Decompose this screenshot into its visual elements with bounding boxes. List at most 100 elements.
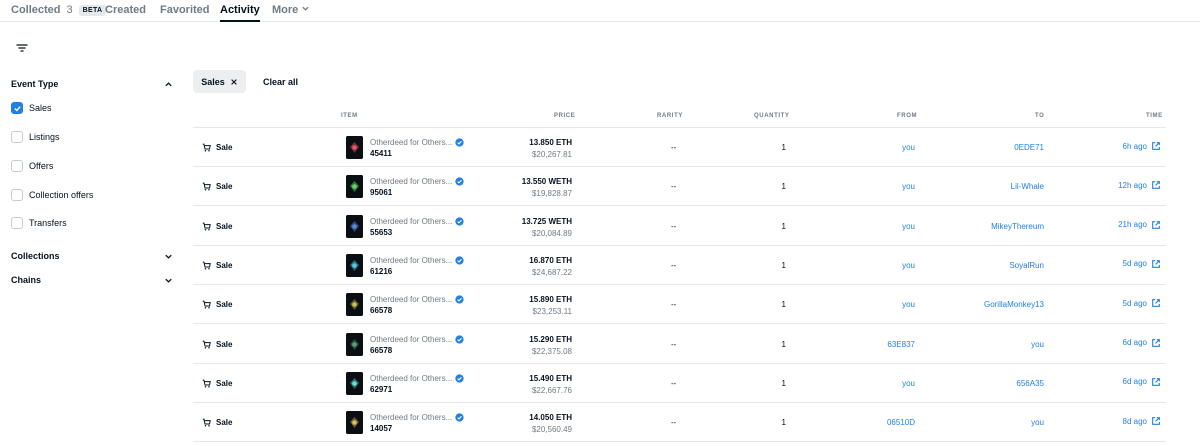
rarity-value: -- <box>671 300 677 310</box>
to-link[interactable]: MikeyThereum <box>991 222 1044 231</box>
time-link[interactable]: 6d ago <box>1123 377 1161 387</box>
from-link[interactable]: 63E837 <box>887 340 915 349</box>
time-label: 6d ago <box>1122 377 1147 387</box>
table-row[interactable]: Sale Otherdeed for Others... 55653 13.72… <box>193 207 1166 246</box>
verified-badge-icon <box>455 334 464 344</box>
sales-checkbox[interactable] <box>11 102 23 114</box>
nft-thumbnail[interactable] <box>346 175 363 199</box>
time-label: 6h ago <box>1122 141 1147 151</box>
nft-thumbnail[interactable] <box>346 293 363 317</box>
to-link[interactable]: 0EDE71 <box>1014 143 1044 152</box>
filter-chip-sales[interactable]: Sales <box>193 70 246 93</box>
nft-thumbnail[interactable] <box>346 411 363 435</box>
price-value: 13.550 WETH <box>521 177 572 187</box>
table-row[interactable]: Sale Otherdeed for Others... 66578 15.89… <box>193 285 1166 325</box>
column-header-item: ITEM <box>341 113 358 119</box>
table-row[interactable]: Sale Otherdeed for Others... 95061 13.55… <box>193 167 1166 207</box>
to-link[interactable]: you <box>1031 418 1044 427</box>
price-usd: $20,560.49 <box>531 425 572 435</box>
filter-option-collection-offers[interactable]: Collection offers <box>11 189 93 201</box>
from-link[interactable]: you <box>902 143 915 152</box>
token-id[interactable]: 66578 <box>370 306 392 315</box>
collection-name[interactable]: Otherdeed for Others... <box>370 335 464 344</box>
tab-more[interactable]: More <box>272 4 310 22</box>
collections-label: Collections <box>11 251 60 261</box>
collection-offers-checkbox[interactable] <box>11 189 23 201</box>
to-link[interactable]: you <box>1031 340 1044 349</box>
token-id[interactable]: 61216 <box>370 267 392 276</box>
offers-checkbox[interactable] <box>11 160 23 172</box>
from-link[interactable]: you <box>902 300 915 309</box>
event-cell: Sale <box>202 143 232 152</box>
chains-header[interactable]: Chains <box>11 275 173 285</box>
collection-name[interactable]: Otherdeed for Others... <box>370 177 464 186</box>
collection-name[interactable]: Otherdeed for Others... <box>370 374 464 383</box>
token-id[interactable]: 55653 <box>370 228 392 237</box>
token-id[interactable]: 66578 <box>370 346 392 355</box>
cart-icon <box>202 340 211 348</box>
time-label: 12h ago <box>1118 180 1147 190</box>
nft-thumbnail[interactable] <box>346 136 363 159</box>
tab-label: Favorited <box>160 4 210 16</box>
clear-all-button[interactable]: Clear all <box>263 77 298 87</box>
table-row[interactable]: Sale Otherdeed for Others... 14057 14.05… <box>193 403 1166 443</box>
to-link[interactable]: 656A35 <box>1016 379 1044 388</box>
collection-name[interactable]: Otherdeed for Others... <box>370 217 464 226</box>
to-link[interactable]: GorillaMonkey13 <box>984 300 1044 309</box>
from-link[interactable]: you <box>902 182 915 191</box>
rarity-value: -- <box>671 182 677 192</box>
collection-name[interactable]: Otherdeed for Others... <box>370 295 464 304</box>
time-link[interactable]: 8d ago <box>1123 416 1161 426</box>
token-id[interactable]: 95061 <box>370 188 392 197</box>
from-link[interactable]: 06510D <box>887 418 915 427</box>
filter-option-sales[interactable]: Sales <box>11 102 52 114</box>
time-link[interactable]: 6h ago <box>1123 141 1161 151</box>
nft-thumbnail[interactable] <box>346 332 363 356</box>
nft-thumbnail[interactable] <box>346 253 363 277</box>
event-cell: Sale <box>202 222 232 231</box>
time-link[interactable]: 5d ago <box>1123 259 1161 269</box>
nft-thumbnail[interactable] <box>346 214 363 238</box>
time-link[interactable]: 12h ago <box>1118 180 1161 190</box>
collection-name[interactable]: Otherdeed for Others... <box>370 138 464 147</box>
time-link[interactable]: 21h ago <box>1118 220 1161 230</box>
listings-checkbox[interactable] <box>11 131 23 143</box>
collections-header[interactable]: Collections <box>11 251 173 261</box>
event-label: Sale <box>216 260 233 270</box>
column-header-from: FROM <box>897 113 918 119</box>
token-id[interactable]: 62971 <box>370 385 392 394</box>
collected-count: 3 <box>66 4 73 16</box>
from-link[interactable]: you <box>902 379 915 388</box>
tab-created[interactable]: Created <box>105 4 146 22</box>
transfers-checkbox[interactable] <box>11 217 23 229</box>
chains-label: Chains <box>11 275 42 285</box>
tab-activity[interactable]: Activity <box>220 4 260 22</box>
tab-favorited[interactable]: Favorited <box>160 4 210 22</box>
event-type-header[interactable]: Event Type <box>11 79 173 89</box>
collection-name[interactable]: Otherdeed for Others... <box>370 413 464 422</box>
token-id[interactable]: 14057 <box>370 424 392 433</box>
tab-collected[interactable]: Collected 3 BETA <box>11 4 107 22</box>
table-row[interactable]: Sale Otherdeed for Others... 45411 13.85… <box>193 128 1166 167</box>
to-link[interactable]: Lil-Whale <box>1011 182 1044 191</box>
token-id[interactable]: 45411 <box>370 149 392 158</box>
from-link[interactable]: you <box>902 261 915 270</box>
table-row[interactable]: Sale Otherdeed for Others... 66578 15.29… <box>193 325 1166 364</box>
time-link[interactable]: 6d ago <box>1123 338 1161 348</box>
filter-option-transfers[interactable]: Transfers <box>11 217 67 229</box>
time-link[interactable]: 5d ago <box>1123 298 1161 308</box>
filter-option-listings[interactable]: Listings <box>11 131 60 143</box>
filter-icon[interactable] <box>16 42 28 54</box>
option-label: Transfers <box>29 218 67 228</box>
from-link[interactable]: you <box>902 222 915 231</box>
to-link[interactable]: SoyalRun <box>1009 261 1044 270</box>
price-value: 15.290 ETH <box>529 334 572 344</box>
verified-badge-icon <box>455 216 464 226</box>
table-row[interactable]: Sale Otherdeed for Others... 61216 16.87… <box>193 246 1166 285</box>
time-label: 6d ago <box>1122 338 1147 347</box>
filter-option-offers[interactable]: Offers <box>11 160 53 172</box>
nft-thumbnail[interactable] <box>346 371 363 395</box>
collection-name[interactable]: Otherdeed for Others... <box>370 256 464 265</box>
table-row[interactable]: Sale Otherdeed for Others... 62971 15.49… <box>193 364 1166 403</box>
close-icon[interactable] <box>230 78 238 86</box>
